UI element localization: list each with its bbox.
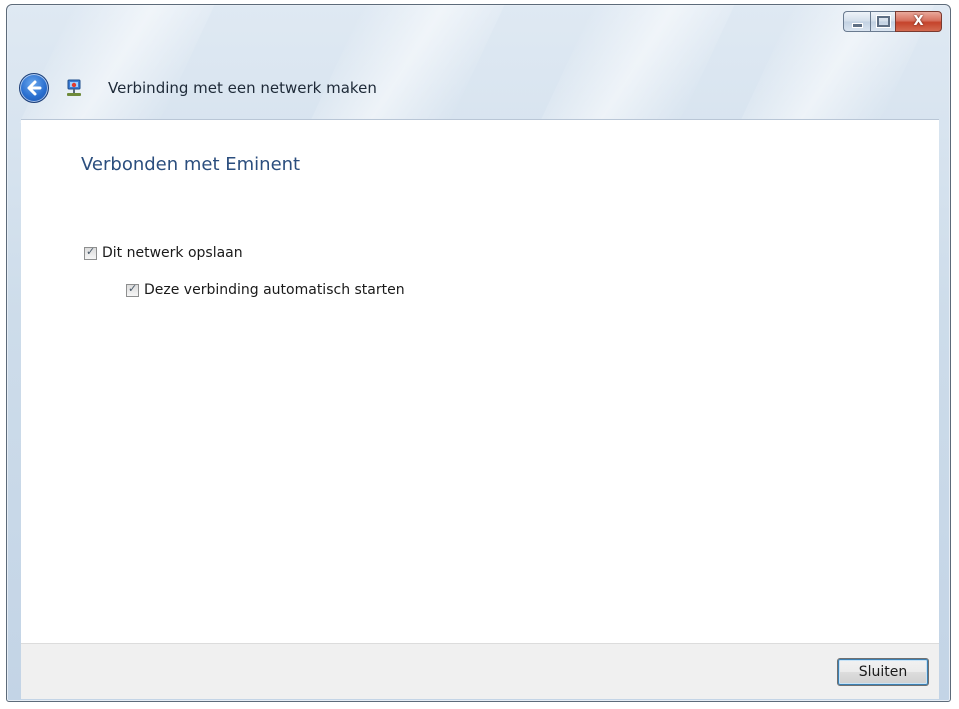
minimize-button[interactable] [843,11,870,32]
close-button[interactable]: Sluiten [837,658,929,686]
window-title: Verbinding met een netwerk maken [108,79,377,97]
glass-streak [19,5,215,123]
titlebar: Verbinding met een netwerk maken [19,71,377,105]
maximize-icon [876,16,890,27]
minimize-icon [851,23,863,28]
save-network-checkbox[interactable]: ✓ [84,244,97,260]
save-network-option[interactable]: ✓ Dit netwerk opslaan [84,245,243,261]
auto-connect-checkbox[interactable]: ✓ [126,281,139,297]
auto-connect-option[interactable]: ✓ Deze verbinding automatisch starten [126,282,405,298]
close-icon: X [913,14,924,29]
back-button[interactable] [19,73,49,103]
checkmark-icon: ✓ [86,244,96,258]
save-network-label: Dit netwerk opslaan [102,245,243,261]
checkmark-icon: ✓ [128,281,138,295]
network-icon [67,79,81,96]
window-controls: X [843,11,942,32]
glass-streak [539,5,735,123]
close-window-button[interactable]: X [895,11,942,32]
maximize-button[interactable] [870,11,895,32]
dialog-window: X Verbinding met een netwerk maken Verbo… [6,4,951,702]
page-heading: Verbonden met Eminent [81,154,301,175]
back-arrow-icon [27,80,42,96]
auto-connect-label: Deze verbinding automatisch starten [144,282,405,298]
glass-streak [309,5,505,123]
dialog-footer: Sluiten [21,643,939,699]
content-area: Verbonden met Eminent ✓ Dit netwerk opsl… [21,119,939,643]
